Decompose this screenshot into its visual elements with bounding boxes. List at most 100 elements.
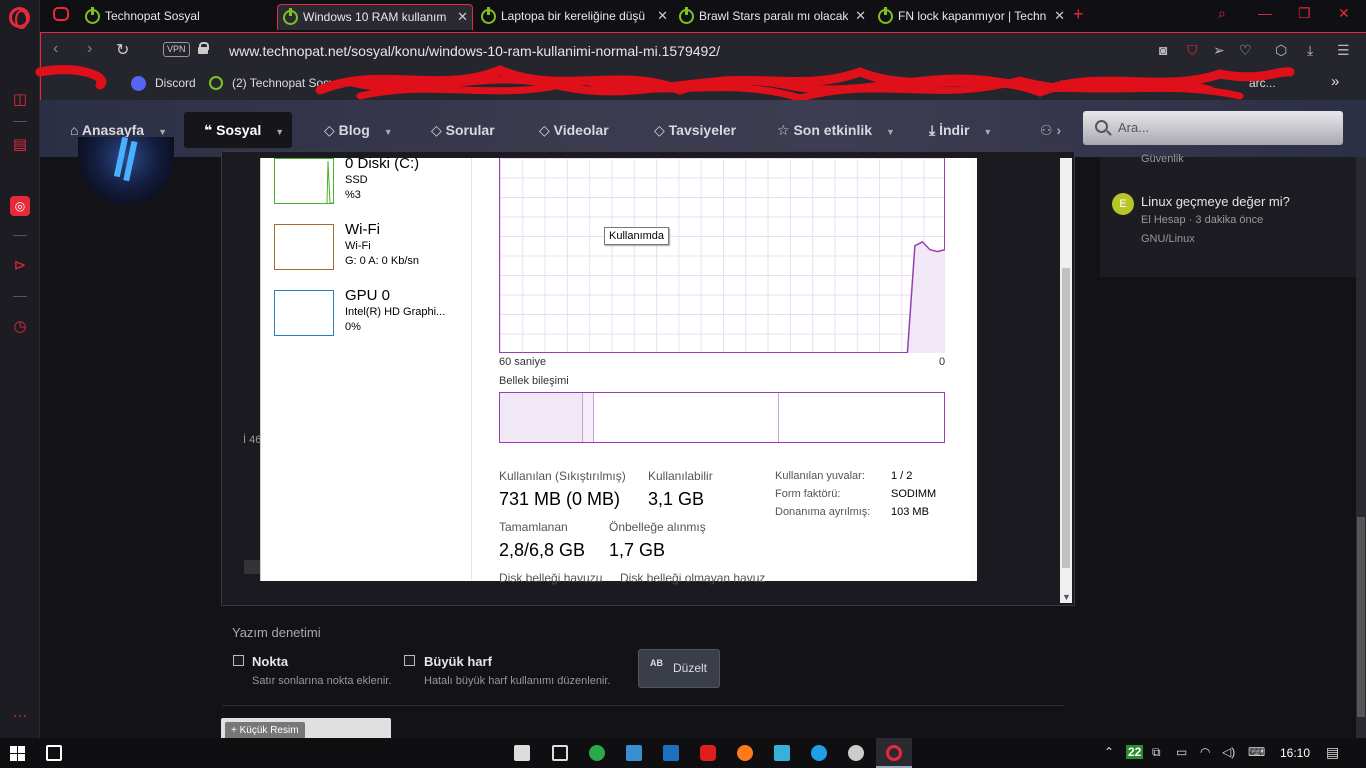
player-icon[interactable]: ⊳: [10, 256, 30, 276]
chevron-down-icon[interactable]: ▼: [384, 127, 393, 137]
tab-fn-lock[interactable]: FN lock kapanmıyor | Techn ✕: [873, 4, 1069, 30]
page-scrollbar[interactable]: [1356, 157, 1366, 740]
close-window-icon[interactable]: ✕: [1338, 5, 1350, 22]
forward-icon[interactable]: ›: [87, 40, 92, 58]
attachment-thumbnail[interactable]: + Küçük Resim: [221, 718, 391, 740]
adblock-shield-icon[interactable]: ⛉: [1187, 42, 1198, 59]
close-tab-icon[interactable]: ✕: [657, 4, 668, 28]
close-tab-icon[interactable]: ✕: [855, 4, 866, 28]
fix-button[interactable]: AB Düzelt: [638, 649, 720, 688]
scrollbar-thumb[interactable]: [1062, 268, 1070, 568]
period-checkbox[interactable]: [233, 655, 244, 666]
history-icon[interactable]: ◷: [10, 317, 30, 337]
heart-icon[interactable]: ♡: [1239, 42, 1252, 59]
task-view-icon[interactable]: [46, 745, 62, 761]
windows-start-icon[interactable]: [10, 746, 26, 762]
category-label[interactable]: Güvenlik: [1141, 153, 1184, 165]
thread-category[interactable]: GNU/Linux: [1141, 233, 1195, 245]
tray-expand-icon[interactable]: ⌃: [1104, 745, 1114, 759]
quote-fragment: İ 46: [243, 434, 262, 446]
wifi-thumbnail: [274, 224, 334, 270]
period-label[interactable]: Nokta: [252, 654, 288, 669]
nav-sosyal[interactable]: ❝ Sosyal ▼: [184, 112, 293, 148]
game-controller-icon[interactable]: [53, 7, 69, 21]
download-icon[interactable]: ⤓: [1307, 42, 1313, 59]
scroll-down-icon[interactable]: ▼: [1062, 592, 1071, 602]
editor-scrollbar[interactable]: ▼: [1060, 158, 1072, 603]
instagram-icon[interactable]: ◎: [10, 196, 30, 216]
reload-icon[interactable]: ↻: [116, 40, 129, 60]
menu-icon[interactable]: ☰: [1337, 42, 1350, 59]
mail-icon[interactable]: [663, 745, 679, 761]
url-field[interactable]: www.technopat.net/sosyal/konu/windows-10…: [229, 43, 720, 59]
vpn-badge[interactable]: VPN: [163, 42, 190, 57]
tray-badge[interactable]: 22: [1126, 745, 1144, 759]
language-icon[interactable]: ⌨: [1248, 745, 1265, 759]
nav-sorular[interactable]: ◇ Sorular: [431, 112, 495, 148]
notifications-icon[interactable]: ▤: [1326, 744, 1339, 761]
chevron-down-icon[interactable]: ▼: [158, 127, 167, 137]
app-green-icon[interactable]: [589, 745, 605, 761]
camera-icon[interactable]: ◙: [1159, 42, 1167, 58]
back-icon[interactable]: ‹: [53, 40, 58, 58]
more-icon[interactable]: ···: [10, 706, 30, 726]
page-scrollbar-thumb[interactable]: [1357, 517, 1365, 717]
app-blue-icon[interactable]: [774, 745, 790, 761]
restore-icon[interactable]: ❐: [1298, 5, 1311, 22]
post-editor[interactable]: İ 46 0 Diski (C:) SSD %3 Wi-Fi Wi-Fi G: …: [221, 151, 1075, 606]
wifi-icon[interactable]: ◠: [1200, 745, 1210, 759]
spellcheck-title: Yazım denetimi: [232, 625, 321, 640]
search-tabs-icon[interactable]: ⌕: [1218, 5, 1226, 22]
bookmark-technopat[interactable]: (2) Technopat Sosyal: [232, 76, 345, 90]
tab-laptopa[interactable]: Laptopa bir kereliğine düşü ✕: [476, 4, 672, 30]
twitch-icon[interactable]: ▤: [10, 135, 30, 155]
chevron-down-icon[interactable]: ▼: [275, 127, 284, 137]
opera-taskbar-button[interactable]: [876, 738, 912, 768]
tab-brawl-stars[interactable]: Brawl Stars paralı mı olacak ✕: [674, 4, 870, 30]
capital-checkbox[interactable]: [404, 655, 415, 666]
chevron-down-icon[interactable]: ▼: [983, 127, 992, 137]
nav-scroll-right-icon[interactable]: ⚇ ›: [1040, 112, 1061, 148]
media-icon[interactable]: [848, 745, 864, 761]
bag-icon[interactable]: ◫: [10, 90, 30, 110]
close-tab-icon[interactable]: ✕: [1054, 4, 1065, 28]
tab-technopat-sosyal[interactable]: Technopat Sosyal ✕: [80, 4, 275, 30]
opera-logo-icon[interactable]: [9, 7, 30, 29]
monitor-icon[interactable]: [626, 745, 642, 761]
tray-app-icon[interactable]: ⧉: [1152, 745, 1161, 760]
store-icon[interactable]: [514, 745, 530, 761]
bookmarks-more-button[interactable]: »: [1331, 73, 1339, 90]
nav-videolar[interactable]: ◇ Videolar: [539, 112, 609, 148]
search-input[interactable]: Ara...: [1118, 120, 1149, 135]
site-search[interactable]: Ara...: [1083, 111, 1343, 145]
clock[interactable]: 16:10: [1280, 746, 1310, 760]
chevron-down-icon[interactable]: ▼: [886, 127, 895, 137]
technopat-power-icon: [209, 76, 223, 90]
thread-title[interactable]: Linux geçmeye değer mi?: [1141, 194, 1290, 209]
bookmark-arc[interactable]: arc...: [1249, 76, 1276, 90]
memory-usage-graph: [499, 158, 946, 353]
nav-blog[interactable]: ◇ Blog ▼: [324, 112, 393, 148]
user-avatar[interactable]: [78, 137, 174, 205]
edge-icon[interactable]: [811, 745, 827, 761]
bookmark-promotion[interactable]: omotion: [1059, 76, 1102, 90]
nav-indir[interactable]: ⤓ İndir ▼: [929, 112, 992, 148]
composition-label: Bellek bileşimi: [499, 375, 569, 387]
close-tab-icon[interactable]: ✕: [457, 5, 468, 29]
youtube-icon[interactable]: [700, 745, 716, 761]
nav-tavsiyeler[interactable]: ◇ Tavsiyeler: [654, 112, 736, 148]
new-tab-button[interactable]: +: [1073, 4, 1084, 25]
volume-icon[interactable]: ◁): [1222, 745, 1235, 759]
minimize-icon[interactable]: —: [1258, 5, 1272, 21]
notepad-icon[interactable]: [552, 745, 568, 761]
send-icon[interactable]: ➢: [1213, 42, 1225, 59]
cube-icon[interactable]: ⬡: [1275, 42, 1287, 59]
lock-icon[interactable]: [198, 42, 209, 54]
nav-son-etkinlik[interactable]: ☆ Son etkinlik ▼: [777, 112, 895, 148]
thread-avatar[interactable]: E: [1112, 193, 1134, 215]
tab-windows-10-ram[interactable]: Windows 10 RAM kullanım ✕: [277, 4, 473, 30]
battery-icon[interactable]: ▭: [1176, 745, 1187, 759]
capital-label[interactable]: Büyük harf: [424, 654, 492, 669]
bookmark-discord[interactable]: Discord: [155, 76, 196, 90]
firefox-icon[interactable]: [737, 745, 753, 761]
